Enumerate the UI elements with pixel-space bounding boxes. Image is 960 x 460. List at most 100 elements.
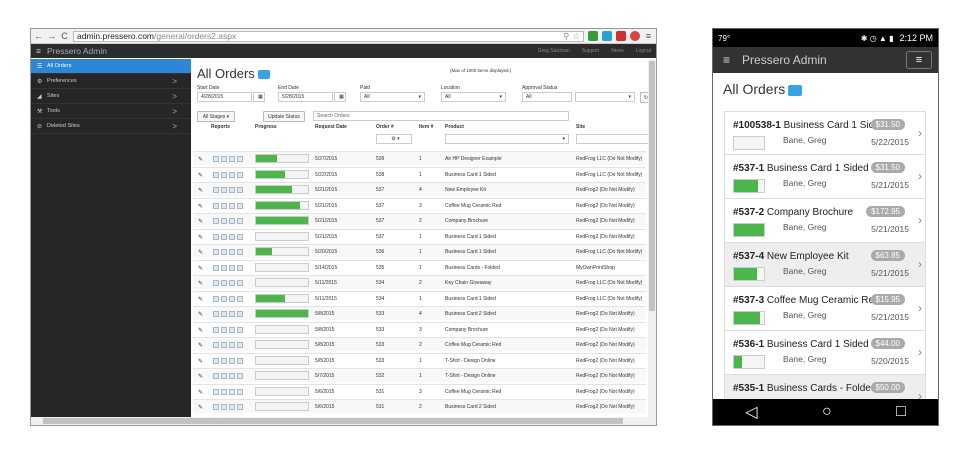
report-icon[interactable] <box>221 202 227 209</box>
search-orders-input[interactable]: Search Orders <box>313 111 569 121</box>
report-icon[interactable] <box>229 357 235 364</box>
report-icon[interactable] <box>213 326 219 333</box>
report-icon[interactable] <box>237 357 243 364</box>
edit-icon[interactable]: ✎ <box>198 280 203 287</box>
report-icon[interactable] <box>221 311 227 317</box>
report-icon[interactable] <box>237 373 243 379</box>
report-icon[interactable] <box>213 171 219 178</box>
edit-icon[interactable]: ✎ <box>198 265 203 272</box>
report-icon[interactable] <box>221 388 227 395</box>
report-icon[interactable] <box>237 264 243 271</box>
table-row[interactable]: ✎ 5/11/2015 534 2 Key Chain Giveaway RedFrog … <box>193 275 646 289</box>
sidebar-item-all-orders[interactable]: ☰ All Orders <box>31 59 191 74</box>
approval-select[interactable]: ▾ <box>575 92 635 102</box>
back-button[interactable]: ← <box>34 31 43 41</box>
report-icon[interactable] <box>221 187 227 193</box>
table-row[interactable]: ✎ 5/21/2015 537 2 Company Brochure RedFrog2 (… <box>193 213 646 227</box>
edit-icon[interactable]: ✎ <box>198 234 203 241</box>
report-icon[interactable] <box>221 156 227 162</box>
url-bar[interactable]: admin.pressero.com/general/orders2.aspx … <box>73 30 584 42</box>
calendar-icon[interactable]: ▦ <box>253 92 265 102</box>
edit-icon[interactable]: ✎ <box>198 342 203 349</box>
report-icon[interactable] <box>229 233 235 240</box>
edit-icon[interactable]: ✎ <box>198 311 203 318</box>
report-icon[interactable] <box>213 218 219 224</box>
report-icon[interactable] <box>213 388 219 395</box>
sidebar-item-tools[interactable]: ⚒ Tools > <box>31 104 191 119</box>
paid-select[interactable]: All ▾ <box>360 92 425 102</box>
update-status-button[interactable]: Update Status <box>263 111 305 122</box>
report-icon[interactable] <box>213 404 219 410</box>
report-icon[interactable] <box>213 357 219 364</box>
recents-nav-icon[interactable]: □ <box>896 403 906 421</box>
report-icon[interactable] <box>213 202 219 209</box>
col-site[interactable]: Site <box>576 124 585 130</box>
report-icon[interactable] <box>221 357 227 364</box>
extension-icon[interactable] <box>602 31 612 41</box>
table-row[interactable]: ✎ 5/14/2015 535 1 Business Cards - Folded MyO… <box>193 259 646 274</box>
report-icon[interactable] <box>213 311 219 317</box>
support-link[interactable]: Support <box>582 48 600 54</box>
sidebar-item-sites[interactable]: ◢ Sites > <box>31 89 191 104</box>
edit-icon[interactable]: ✎ <box>198 249 203 256</box>
edit-icon[interactable]: ✎ <box>198 187 203 194</box>
table-row[interactable]: ✎ 5/8/2015 533 3 Company Brochure RedFrog2 (D… <box>193 321 646 336</box>
col-item[interactable]: Item # <box>419 124 433 130</box>
report-icon[interactable] <box>213 156 219 162</box>
table-row[interactable]: ✎ 5/6/2015 531 2 Business Card 2 Sided RedFro… <box>193 399 646 413</box>
report-icon[interactable] <box>229 202 235 209</box>
report-icon[interactable] <box>237 326 243 333</box>
extension-icon[interactable] <box>616 31 626 41</box>
report-icon[interactable] <box>221 295 227 302</box>
table-row[interactable]: ✎ 5/21/2015 537 3 Coffee Mug Ceramic Red RedF… <box>193 197 646 212</box>
mobile-order-item[interactable]: #537-2 Company Brochure Bane, Greg $172.95… <box>724 199 926 243</box>
report-icon[interactable] <box>237 404 243 410</box>
report-icon[interactable] <box>229 280 235 286</box>
order-filter[interactable]: ⚙ ▾ <box>376 134 412 144</box>
export-icon[interactable] <box>257 70 270 80</box>
menu-button[interactable]: ≡ <box>906 51 932 69</box>
col-progress[interactable]: Progress <box>255 124 277 130</box>
mobile-order-item[interactable]: #100538-1 Business Card 1 Sided Bane, Gre… <box>724 111 926 155</box>
table-row[interactable]: ✎ 5/27/2015 539 1 Air HP Designer Example Red… <box>193 151 646 165</box>
col-request-date[interactable]: Request Date <box>315 124 347 130</box>
sidebar-item-preferences[interactable]: ⚙ Preferences > <box>31 74 191 89</box>
mobile-order-item[interactable]: #536-1 Business Card 1 Sided Bane, Greg $4… <box>724 331 926 375</box>
vertical-scrollbar[interactable] <box>648 59 656 417</box>
table-row[interactable]: ✎ 5/8/2015 533 1 T-Shirt - Design Online RedF… <box>193 352 646 367</box>
report-icon[interactable] <box>229 156 235 162</box>
report-icon[interactable] <box>221 264 227 271</box>
report-icon[interactable] <box>229 388 235 395</box>
scroll-thumb[interactable] <box>43 418 623 424</box>
logout-link[interactable]: Logout <box>636 48 651 54</box>
table-row[interactable]: ✎ 5/8/2015 533 2 Coffee Mug Ceramic Red RedFr… <box>193 337 646 351</box>
report-icon[interactable] <box>221 326 227 333</box>
edit-icon[interactable]: ✎ <box>198 296 203 303</box>
edit-icon[interactable]: ✎ <box>198 358 203 365</box>
menu-icon[interactable]: ≡ <box>644 31 653 41</box>
report-icon[interactable] <box>213 249 219 255</box>
report-icon[interactable] <box>237 280 243 286</box>
table-row[interactable]: ✎ 5/6/2015 531 3 Coffee Mug Ceramic Red RedFr… <box>193 383 646 398</box>
report-icon[interactable] <box>237 388 243 395</box>
report-icon[interactable] <box>213 373 219 379</box>
table-row[interactable]: ✎ 5/8/2015 533 4 Business Card 2 Sided RedFro… <box>193 306 646 320</box>
edit-icon[interactable]: ✎ <box>198 172 203 179</box>
user-menu[interactable]: Greg Salzman <box>538 48 570 54</box>
forward-button[interactable]: → <box>47 31 56 41</box>
report-icon[interactable] <box>237 202 243 209</box>
report-icon[interactable] <box>221 218 227 224</box>
report-icon[interactable] <box>213 342 219 348</box>
approval-input[interactable]: All <box>522 92 572 102</box>
report-icon[interactable] <box>221 373 227 379</box>
report-icon[interactable] <box>237 187 243 193</box>
report-icon[interactable] <box>221 171 227 178</box>
start-date-input[interactable]: 4/28/2015 <box>197 92 252 102</box>
calendar-icon[interactable]: ▦ <box>334 92 346 102</box>
report-icon[interactable] <box>237 295 243 302</box>
report-icon[interactable] <box>229 326 235 333</box>
export-icon[interactable] <box>788 84 803 96</box>
report-icon[interactable] <box>237 342 243 348</box>
report-icon[interactable] <box>237 311 243 317</box>
table-row[interactable]: ✎ 5/11/2015 534 1 Business Card 1 Sided RedFr… <box>193 290 646 305</box>
